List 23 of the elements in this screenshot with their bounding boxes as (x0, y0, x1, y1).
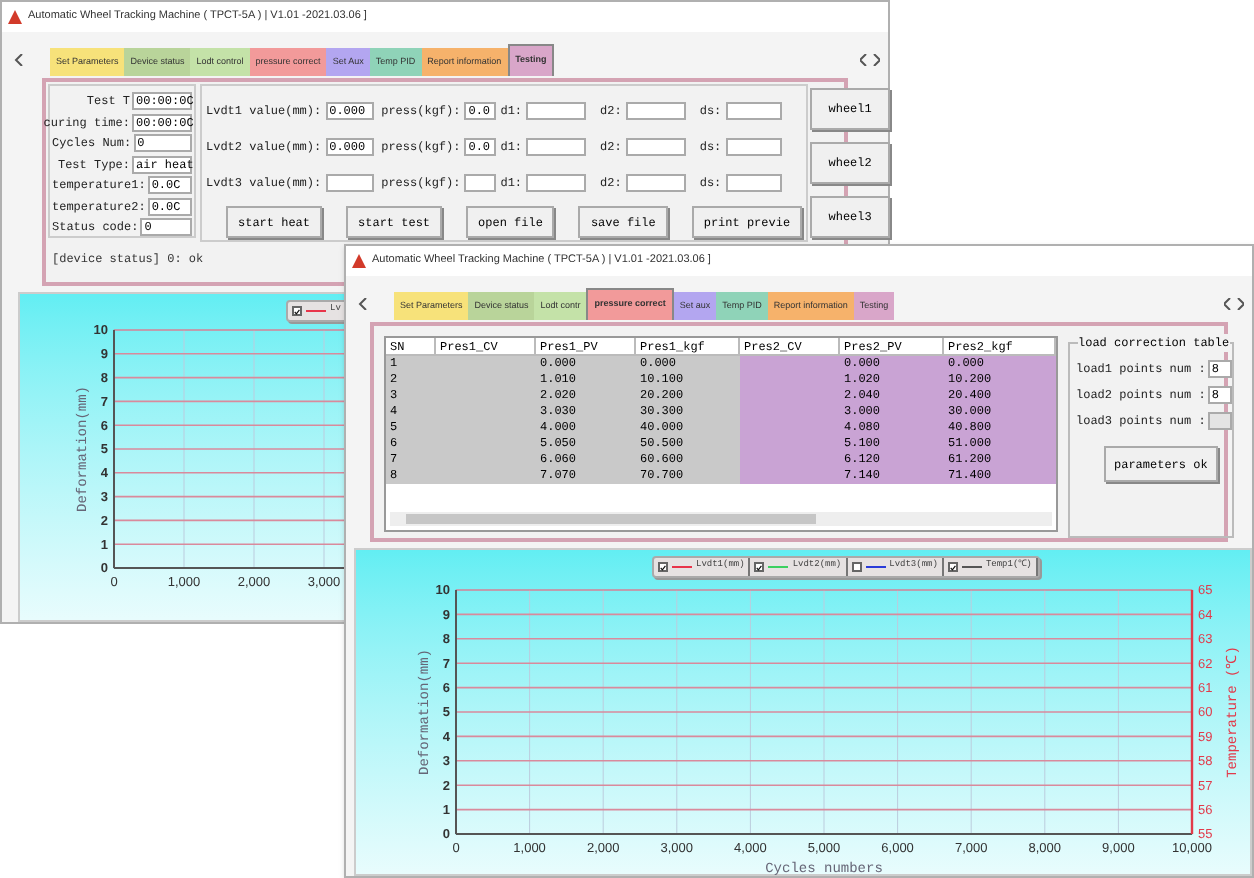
scroll-left-icon[interactable] (358, 298, 370, 310)
input-field[interactable] (725, 101, 782, 119)
app-icon (352, 254, 366, 268)
horizontal-scrollbar[interactable] (390, 512, 1052, 526)
checkbox[interactable] (947, 562, 958, 572)
input-field[interactable] (526, 137, 587, 155)
checkbox[interactable] (292, 306, 302, 316)
scroll-arrows-icon[interactable] (1224, 298, 1244, 310)
input-field[interactable] (625, 173, 686, 191)
input-field[interactable] (625, 101, 686, 119)
scroll-left-icon[interactable] (14, 54, 26, 66)
input-field[interactable] (464, 173, 497, 191)
checkbox[interactable] (754, 562, 765, 572)
input-field[interactable] (725, 173, 782, 191)
checkbox[interactable] (658, 562, 668, 572)
input-field[interactable] (325, 173, 374, 191)
scroll-arrows-icon[interactable] (860, 54, 880, 66)
input-field[interactable] (725, 137, 782, 155)
input-field[interactable] (625, 137, 686, 155)
checkbox[interactable] (851, 562, 862, 572)
app-icon (8, 10, 22, 24)
input-field[interactable] (526, 101, 587, 119)
input-field[interactable] (526, 173, 587, 191)
